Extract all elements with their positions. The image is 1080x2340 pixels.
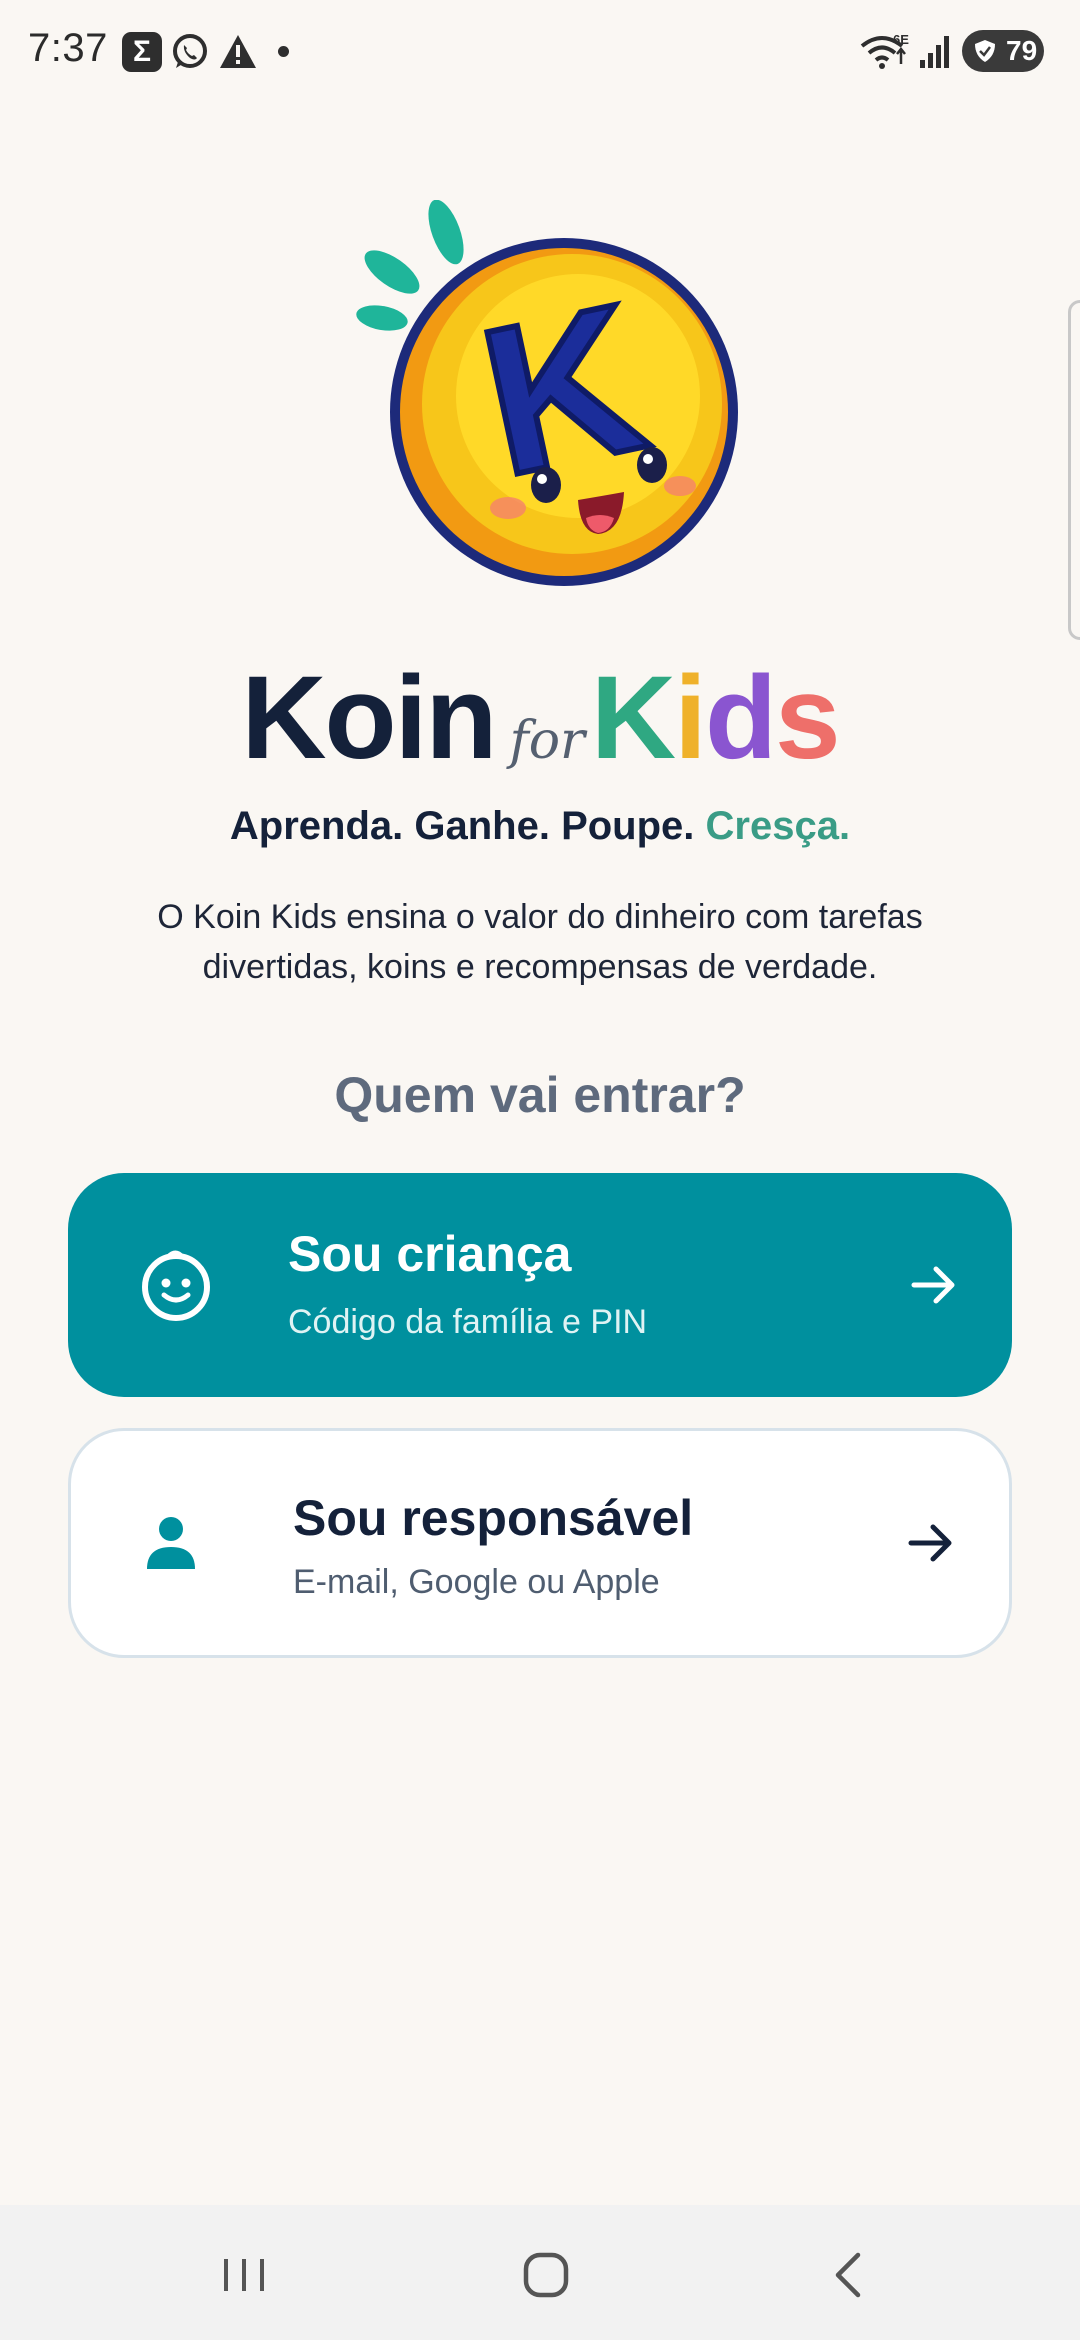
parent-login-subtitle: E-mail, Google ou Apple — [293, 1563, 660, 1601]
back-icon[interactable] — [820, 2245, 880, 2305]
child-login-subtitle: Código da família e PIN — [288, 1303, 648, 1341]
wifi-icon: 6E — [860, 32, 909, 69]
child-face-icon — [142, 1250, 210, 1321]
shield-icon — [975, 40, 995, 62]
tagline: Aprenda. Ganhe. Poupe. Cresça. — [0, 804, 1080, 849]
koin-coin-mascot-logo: K — [356, 200, 738, 586]
brand-kids-letter: d — [704, 652, 777, 784]
brand-wordmark: Koin forKids — [0, 650, 1080, 786]
recents-icon[interactable] — [214, 2245, 274, 2305]
home-icon[interactable] — [516, 2245, 576, 2305]
edge-panel-handle[interactable] — [1068, 300, 1080, 640]
whatsapp-icon — [173, 34, 207, 68]
child-login-title: Sou criança — [288, 1226, 572, 1282]
brand-koin: Koin — [241, 652, 497, 784]
battery-icon: 79 — [962, 30, 1054, 72]
parent-login-title: Sou responsável — [293, 1490, 694, 1546]
signal-icon — [920, 36, 949, 68]
welcome-screen: 7:37 Σ 6E 79 K Koin forKids Aprenda. Gan… — [0, 0, 1080, 2340]
arrow-right-icon — [911, 1266, 955, 1304]
child-login-button[interactable]: Sou criança Código da família e PIN — [68, 1173, 1012, 1397]
app-description: O Koin Kids ensina o valor do dinheiro c… — [157, 898, 923, 986]
brand-kids-letter: K — [590, 652, 676, 784]
person-icon — [147, 1517, 195, 1569]
system-nav-bar — [0, 2205, 1080, 2340]
brand-for: for — [509, 711, 585, 771]
tagline-accent: Cresça. — [705, 804, 851, 848]
tagline-main: Aprenda. Ganhe. Poupe. — [229, 804, 695, 848]
brand-kids-letter: i — [674, 652, 707, 784]
parent-login-button[interactable]: Sou responsável E-mail, Google ou Apple — [68, 1428, 1012, 1658]
status-time: 7:37 — [28, 26, 108, 70]
brand-kids: Kids — [591, 652, 841, 784]
sigma-app-icon: Σ — [122, 32, 162, 72]
notification-dot — [278, 46, 289, 57]
arrow-right-icon — [908, 1524, 952, 1562]
battery-level: 79 — [1006, 35, 1038, 66]
network-badge: 6E — [893, 32, 909, 47]
brand-kids-letter: s — [775, 652, 841, 784]
login-question: Quem vai entrar? — [334, 1067, 746, 1123]
status-bar: 7:37 Σ 6E 79 — [0, 0, 1080, 100]
warning-icon — [220, 35, 256, 68]
